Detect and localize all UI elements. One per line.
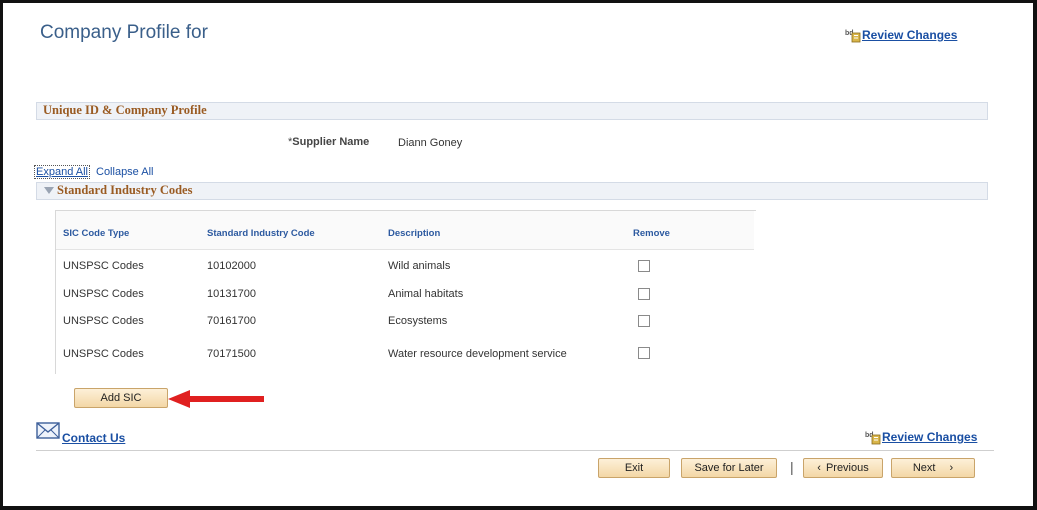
sic-row-1-code: 10102000	[207, 260, 256, 272]
chevron-left-icon: ‹	[817, 462, 821, 474]
review-changes-link-bottom[interactable]: bd Review Changes	[865, 430, 977, 445]
button-separator: |	[790, 459, 794, 475]
save-for-later-button[interactable]: Save for Later	[681, 458, 777, 478]
sic-row-4-description: Water resource development service	[388, 348, 567, 360]
exit-button[interactable]: Exit	[598, 458, 670, 478]
sic-row-4-type: UNSPSC Codes	[63, 348, 144, 360]
contact-us-link[interactable]: Contact Us	[62, 431, 125, 445]
expand-all-link[interactable]: Expand All	[34, 165, 90, 179]
next-button[interactable]: Next ›	[891, 458, 975, 478]
column-header-sic-code-type: SIC Code Type	[63, 228, 130, 239]
supplier-name-label-text: Supplier Name	[292, 136, 370, 148]
triangle-down-icon[interactable]	[44, 187, 54, 195]
sic-row-3-type: UNSPSC Codes	[63, 315, 144, 327]
review-changes-icon: bd	[845, 30, 861, 43]
sic-row-1-description: Wild animals	[388, 260, 451, 272]
review-changes-icon: bd	[865, 432, 881, 445]
sic-row-4-code: 70171500	[207, 348, 256, 360]
sic-row-2-type: UNSPSC Codes	[63, 288, 144, 300]
add-sic-button[interactable]: Add SIC	[74, 388, 168, 408]
column-header-description: Description	[388, 228, 441, 239]
sic-group-title: Standard Industry Codes	[57, 183, 193, 197]
chevron-right-icon: ›	[949, 462, 954, 474]
red-arrow-icon	[168, 390, 264, 408]
supplier-name-value: Diann Goney	[398, 137, 463, 149]
sic-row-2-remove-checkbox[interactable]	[638, 288, 650, 300]
sic-row-1-remove-checkbox[interactable]	[638, 260, 650, 272]
sic-row-3-remove-checkbox[interactable]	[638, 315, 650, 327]
collapse-all-link[interactable]: Collapse All	[96, 166, 153, 178]
supplier-name-label: *Supplier Name	[288, 136, 369, 148]
page-title: Company Profile for	[40, 22, 208, 43]
sic-row-4-remove-checkbox[interactable]	[638, 347, 650, 359]
previous-button[interactable]: ‹ Previous	[803, 458, 883, 478]
sic-row-1-type: UNSPSC Codes	[63, 260, 144, 272]
sic-row-2-description: Animal habitats	[388, 288, 464, 300]
section-title: Unique ID & Company Profile	[43, 103, 207, 117]
sic-row-2-code: 10131700	[207, 288, 256, 300]
footer-divider	[36, 450, 994, 451]
next-label: Next	[912, 462, 936, 474]
review-changes-label: Review Changes	[882, 430, 978, 444]
sic-row-3-description: Ecosystems	[388, 315, 448, 327]
previous-label: Previous	[825, 462, 869, 474]
column-header-standard-industry-code: Standard Industry Code	[207, 228, 315, 239]
contact-envelope-icon[interactable]	[36, 420, 62, 442]
sic-row-3-code: 70161700	[207, 315, 256, 327]
review-changes-label: Review Changes	[862, 28, 958, 42]
column-header-remove: Remove	[633, 228, 670, 239]
review-changes-link-top[interactable]: bd Review Changes	[845, 28, 957, 43]
